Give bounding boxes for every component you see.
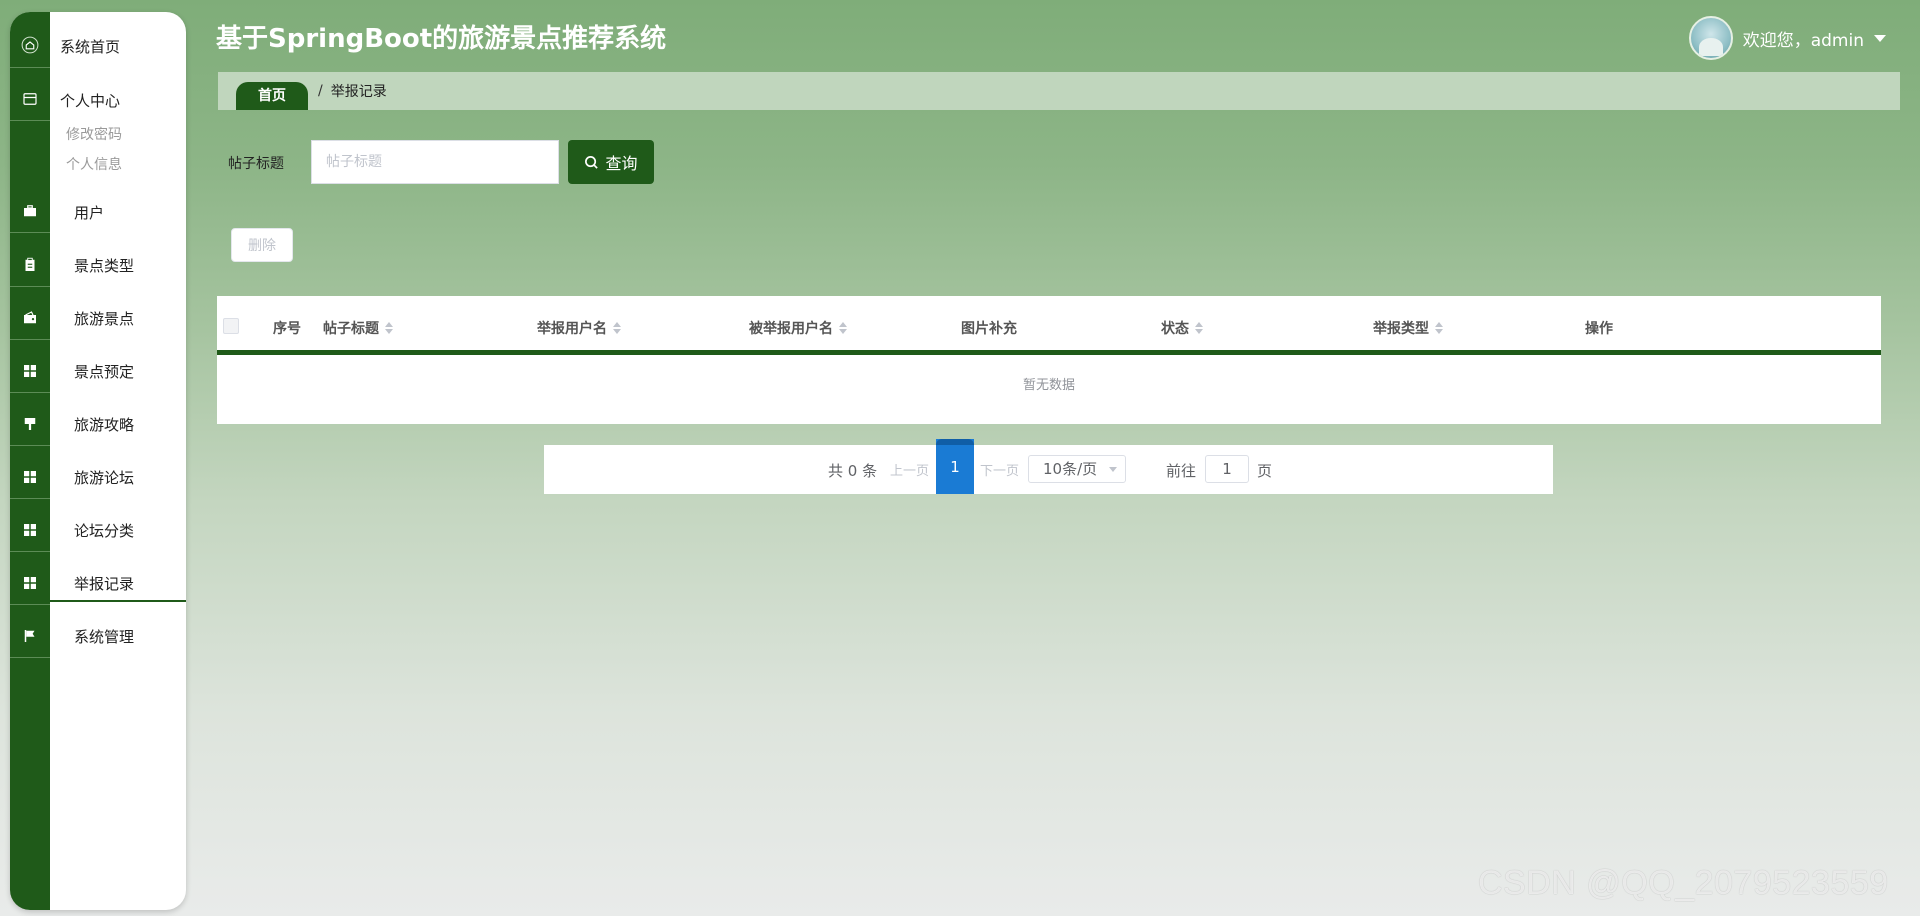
menu-item-bookings[interactable]: 景点预定 — [74, 361, 186, 382]
sort-icon — [1195, 322, 1203, 334]
column-header-post-title[interactable]: 帖子标题 — [323, 318, 393, 338]
breadcrumb: 首页 / 举报记录 — [218, 72, 1900, 110]
chevron-down-icon — [1109, 467, 1117, 472]
menu-item-reports[interactable]: 举报记录 — [50, 573, 186, 602]
menu-item-system-management[interactable]: 系统管理 — [74, 626, 186, 647]
goto-suffix: 页 — [1257, 462, 1273, 480]
grid-icon[interactable] — [10, 358, 50, 384]
app-title: 基于SpringBoot的旅游景点推荐系统 — [216, 24, 667, 54]
caret-down-icon[interactable] — [1874, 34, 1886, 42]
grid-icon[interactable] — [10, 517, 50, 543]
sort-icon — [613, 322, 621, 334]
select-all-checkbox[interactable] — [223, 318, 239, 334]
column-header-report-type[interactable]: 举报类型 — [1373, 318, 1443, 338]
user-greeting[interactable]: 欢迎您，admin — [1743, 26, 1864, 51]
page-size-value: 10条/页 — [1043, 460, 1098, 478]
column-header-image: 图片补充 — [961, 321, 1017, 337]
search-input[interactable] — [311, 140, 559, 184]
reports-table: 序号 帖子标题 举报用户名 被举报用户名 图片补充 状态 举报类型 操作 暂无数… — [217, 296, 1881, 424]
search-button[interactable]: 查询 — [568, 140, 654, 184]
search-icon — [585, 155, 599, 169]
menu-item-home[interactable]: 系统首页 — [60, 36, 186, 57]
avatar[interactable] — [1688, 16, 1733, 60]
grid-icon[interactable] — [10, 464, 50, 490]
breadcrumb-separator: / — [318, 83, 323, 99]
menu-item-forum-categories[interactable]: 论坛分类 — [74, 520, 186, 541]
column-header-reporter[interactable]: 举报用户名 — [537, 318, 621, 338]
pagination-total: 共 0 条 — [828, 462, 878, 480]
column-header-index: 序号 — [273, 321, 301, 337]
breadcrumb-home[interactable]: 首页 — [236, 82, 308, 110]
menu-item-personal-center[interactable]: 个人中心 — [60, 90, 186, 111]
page-size-select[interactable]: 10条/页 — [1028, 455, 1126, 483]
menu-item-scenic-spots[interactable]: 旅游景点 — [74, 308, 186, 329]
empty-state: 暂无数据 — [1022, 378, 1075, 393]
clipboard-icon[interactable] — [10, 252, 50, 278]
briefcase-icon[interactable] — [10, 198, 50, 224]
page-number-1[interactable]: 1 — [936, 439, 974, 494]
menu-item-personal-info[interactable]: 个人信息 — [66, 154, 186, 174]
sort-icon — [839, 322, 847, 334]
menu-item-scenic-types[interactable]: 景点类型 — [74, 255, 186, 276]
column-header-status[interactable]: 状态 — [1161, 318, 1203, 338]
pagination: 共 0 条 上一页 1 下一页 10条/页 前往 页 — [544, 439, 1553, 494]
prev-page-button[interactable]: 上一页 — [890, 460, 929, 479]
next-page-button[interactable]: 下一页 — [980, 460, 1019, 479]
menu-item-travel-guides[interactable]: 旅游攻略 — [74, 414, 186, 435]
menu-item-change-password[interactable]: 修改密码 — [66, 124, 186, 144]
search-label: 帖子标题 — [228, 156, 284, 172]
sort-icon — [385, 322, 393, 334]
breadcrumb-current: 举报记录 — [330, 84, 387, 100]
flag-icon[interactable] — [10, 623, 50, 649]
user-menu[interactable]: 欢迎您，admin — [1688, 16, 1886, 60]
menu-item-forum[interactable]: 旅游论坛 — [74, 467, 186, 488]
column-header-actions: 操作 — [1585, 321, 1613, 337]
wallet-icon[interactable] — [10, 305, 50, 331]
grid-icon[interactable] — [10, 570, 50, 596]
delete-button[interactable]: 删除 — [231, 228, 293, 262]
home-icon[interactable] — [10, 32, 50, 58]
sort-icon — [1435, 322, 1443, 334]
goto-label: 前往 — [1166, 462, 1197, 480]
goto-page-input[interactable] — [1205, 455, 1249, 483]
brush-icon[interactable] — [10, 411, 50, 437]
search-button-label: 查询 — [605, 154, 638, 173]
sidebar-icon-rail — [10, 12, 50, 910]
menu-item-users[interactable]: 用户 — [74, 202, 186, 223]
watermark: CSDN @QQ_2079523559 — [1478, 864, 1889, 902]
sidebar: 系统首页 个人中心 修改密码 个人信息 用户 景点类型 旅游景点 景点预定 旅游… — [10, 12, 186, 910]
card-icon[interactable] — [10, 86, 50, 112]
column-header-reported-user[interactable]: 被举报用户名 — [749, 318, 847, 338]
table-header: 序号 帖子标题 举报用户名 被举报用户名 图片补充 状态 举报类型 操作 — [217, 296, 1881, 355]
